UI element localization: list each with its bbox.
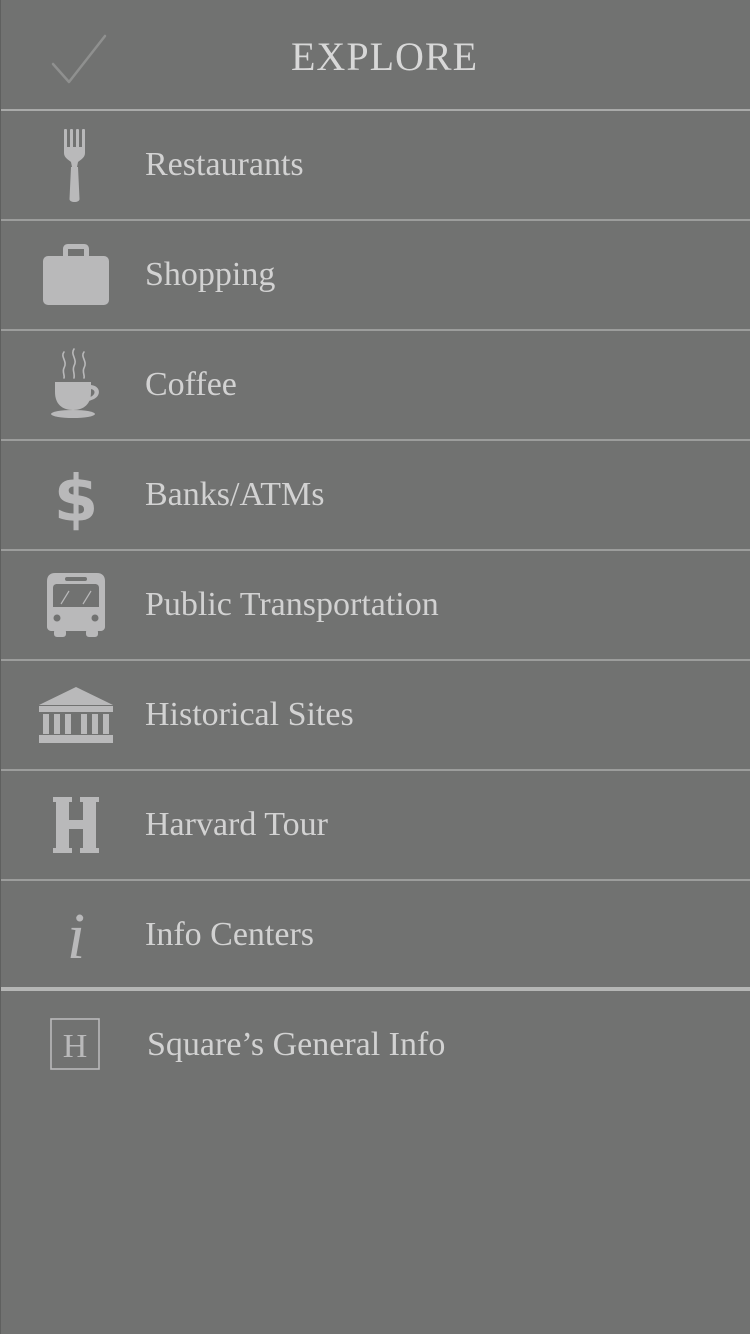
menu-item-general-info[interactable]: H Square’s General Info [1,991,750,1103]
dollar-icon: $ [31,441,121,549]
fork-icon [31,111,121,219]
header: EXPLORE [1,0,750,111]
menu-item-label: Info Centers [145,916,315,953]
harvard-h-icon [31,771,121,879]
menu-item-coffee[interactable]: Coffee [1,331,750,441]
menu-item-label: Harvard Tour [145,806,328,843]
svg-text:$: $ [54,463,99,535]
explore-screen: EXPLORE Restaurants Shopping Coffee $ Ba… [0,0,750,1334]
menu-item-label: Banks/ATMs [145,476,325,513]
coffee-cup-icon [31,331,121,439]
menu-item-public-transportation[interactable]: Public Transportation [1,551,750,661]
menu-item-historical-sites[interactable]: Historical Sites [1,661,750,771]
h-box-letter: H [63,1028,88,1065]
menu-item-label: Historical Sites [145,696,354,733]
svg-text:i: i [67,900,85,970]
briefcase-icon [31,221,121,329]
building-columns-icon [31,661,121,769]
menu-item-harvard-tour[interactable]: Harvard Tour [1,771,750,881]
menu-item-info-centers[interactable]: i Info Centers [1,881,750,991]
menu-item-label: Coffee [145,366,237,403]
menu-item-label: Square’s General Info [147,1026,446,1063]
menu-item-shopping[interactable]: Shopping [1,221,750,331]
menu-item-banks[interactable]: $ Banks/ATMs [1,441,750,551]
menu-item-restaurants[interactable]: Restaurants [1,111,750,221]
explore-menu: Restaurants Shopping Coffee $ Banks/ATMs… [1,111,750,1103]
menu-item-label: Public Transportation [145,586,439,623]
h-box-icon: H [31,991,121,1099]
info-icon: i [31,881,121,989]
page-title: EXPLORE [291,34,478,79]
menu-item-label: Restaurants [145,146,304,183]
menu-item-label: Shopping [145,256,276,293]
bus-icon [31,551,121,659]
